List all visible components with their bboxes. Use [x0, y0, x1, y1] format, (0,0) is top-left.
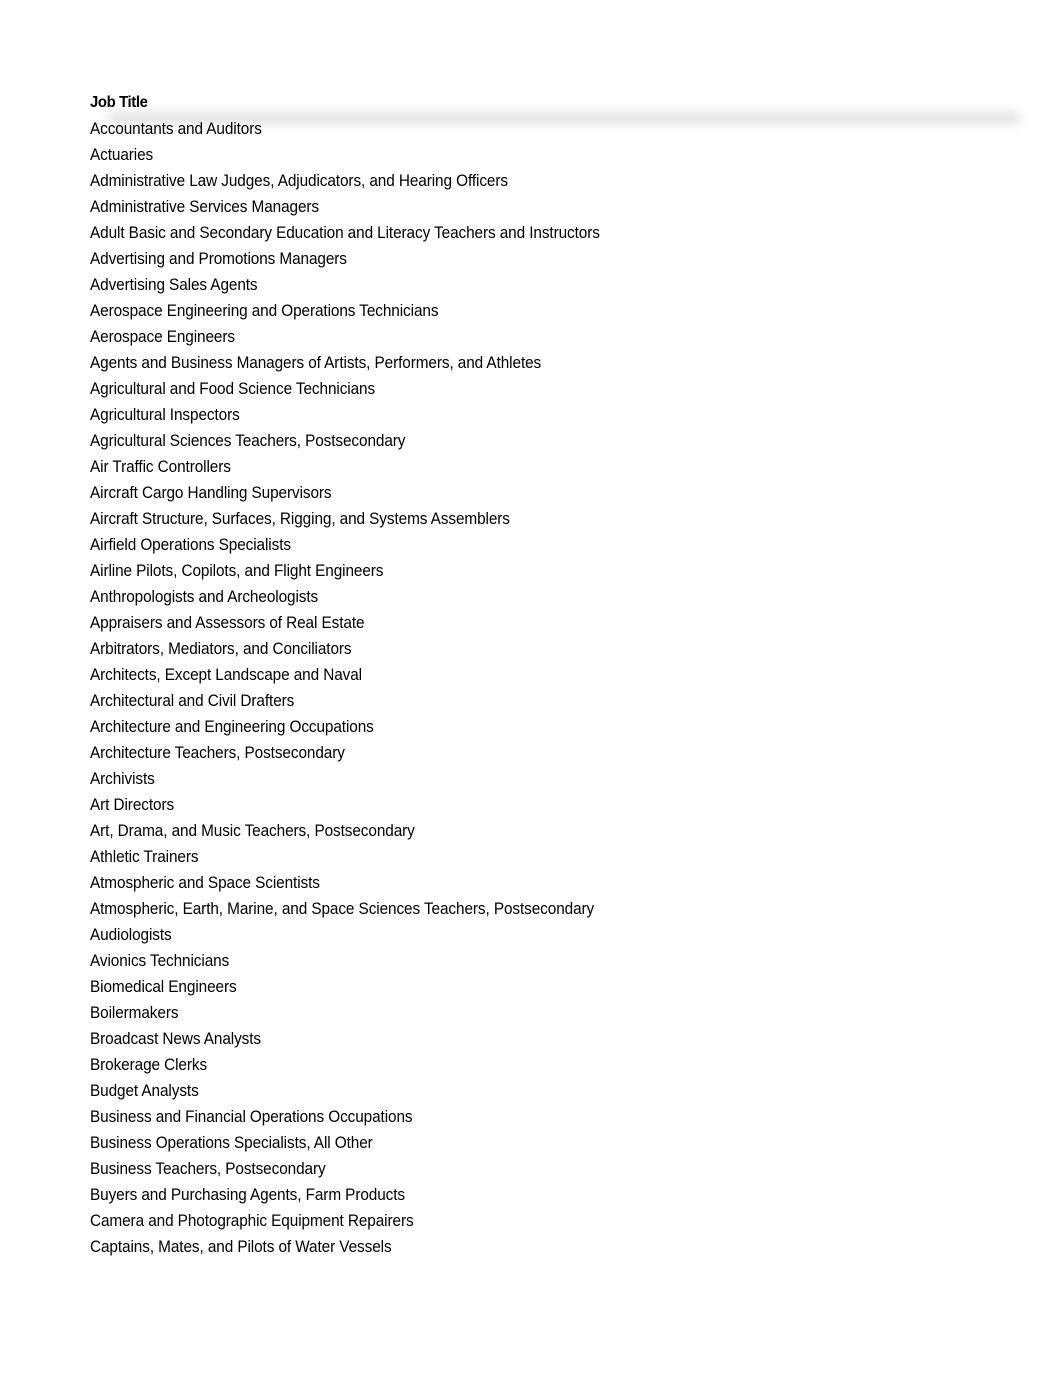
job-title-cell: Airline Pilots, Copilots, and Flight Eng… — [90, 562, 384, 580]
job-title-cell: Biomedical Engineers — [90, 978, 237, 996]
job-title-cell: Aerospace Engineers — [90, 328, 235, 346]
table-row[interactable]: Avionics Technicians — [90, 948, 1020, 974]
table-row[interactable]: Art, Drama, and Music Teachers, Postseco… — [90, 818, 1020, 844]
job-title-cell: Budget Analysts — [90, 1082, 199, 1100]
table-row[interactable]: Agricultural Inspectors — [90, 402, 1020, 428]
job-title-cell: Art, Drama, and Music Teachers, Postseco… — [90, 822, 415, 840]
job-title-cell: Airfield Operations Specialists — [90, 536, 291, 554]
job-title-cell: Art Directors — [90, 796, 175, 814]
table-row[interactable]: Camera and Photographic Equipment Repair… — [90, 1208, 1020, 1234]
table-row[interactable]: Administrative Law Judges, Adjudicators,… — [90, 168, 1020, 194]
table-row[interactable]: Aircraft Cargo Handling Supervisors — [90, 480, 1020, 506]
job-title-cell: Adult Basic and Secondary Education and … — [90, 224, 600, 242]
table-row[interactable]: Advertising Sales Agents — [90, 272, 1020, 298]
table-row[interactable]: Aerospace Engineers — [90, 324, 1020, 350]
job-title-cell: Agents and Business Managers of Artists,… — [90, 354, 542, 372]
job-title-cell: Aerospace Engineering and Operations Tec… — [90, 302, 439, 320]
table-row[interactable]: Agricultural and Food Science Technician… — [90, 376, 1020, 402]
job-title-cell: Atmospheric and Space Scientists — [90, 874, 320, 892]
job-title-cell: Architectural and Civil Drafters — [90, 692, 295, 710]
table-row[interactable]: Aircraft Structure, Surfaces, Rigging, a… — [90, 506, 1020, 532]
table-row[interactable]: Boilermakers — [90, 1000, 1020, 1026]
job-title-cell: Archivists — [90, 770, 155, 788]
table-row[interactable]: Atmospheric, Earth, Marine, and Space Sc… — [90, 896, 1020, 922]
table-row[interactable]: Aerospace Engineering and Operations Tec… — [90, 298, 1020, 324]
job-title-cell: Architecture and Engineering Occupations — [90, 718, 374, 736]
table-row[interactable]: Brokerage Clerks — [90, 1052, 1020, 1078]
job-title-cell: Agricultural and Food Science Technician… — [90, 380, 376, 398]
table-row[interactable]: Business and Financial Operations Occupa… — [90, 1104, 1020, 1130]
column-header-job-title[interactable]: Job Title — [90, 90, 148, 116]
table-row[interactable]: Business Teachers, Postsecondary — [90, 1156, 1020, 1182]
job-title-cell: Audiologists — [90, 926, 172, 944]
job-title-cell: Architects, Except Landscape and Naval — [90, 666, 362, 684]
table-row[interactable]: Architectural and Civil Drafters — [90, 688, 1020, 714]
job-title-cell: Advertising Sales Agents — [90, 276, 258, 294]
table-row[interactable]: Accountants and Auditors — [90, 116, 1020, 142]
job-title-cell: Administrative Law Judges, Adjudicators,… — [90, 172, 508, 190]
table-row[interactable]: Captains, Mates, and Pilots of Water Ves… — [90, 1234, 1020, 1260]
table-row[interactable]: Buyers and Purchasing Agents, Farm Produ… — [90, 1182, 1020, 1208]
table-row[interactable]: Atmospheric and Space Scientists — [90, 870, 1020, 896]
table-row[interactable]: Architects, Except Landscape and Naval — [90, 662, 1020, 688]
table-row[interactable]: Archivists — [90, 766, 1020, 792]
job-title-cell: Agricultural Inspectors — [90, 406, 240, 424]
job-title-table: Job Title Accountants and Auditors Actuar… — [90, 90, 1020, 1260]
job-title-cell: Appraisers and Assessors of Real Estate — [90, 614, 365, 632]
table-row[interactable]: Appraisers and Assessors of Real Estate — [90, 610, 1020, 636]
table-row[interactable]: Architecture Teachers, Postsecondary — [90, 740, 1020, 766]
table-row[interactable]: Athletic Trainers — [90, 844, 1020, 870]
job-title-cell: Camera and Photographic Equipment Repair… — [90, 1212, 414, 1230]
table-row[interactable]: Broadcast News Analysts — [90, 1026, 1020, 1052]
job-title-cell: Boilermakers — [90, 1004, 179, 1022]
job-title-cell: Accountants and Auditors — [90, 120, 262, 138]
job-title-cell: Business Teachers, Postsecondary — [90, 1160, 326, 1178]
job-title-cell: Architecture Teachers, Postsecondary — [90, 744, 345, 762]
job-title-cell: Actuaries — [90, 146, 154, 164]
job-title-cell: Aircraft Structure, Surfaces, Rigging, a… — [90, 510, 510, 528]
table-row[interactable]: Agents and Business Managers of Artists,… — [90, 350, 1020, 376]
job-title-cell: Air Traffic Controllers — [90, 458, 231, 476]
job-title-cell: Agricultural Sciences Teachers, Postseco… — [90, 432, 406, 450]
table-row[interactable]: Art Directors — [90, 792, 1020, 818]
job-title-cell: Business and Financial Operations Occupa… — [90, 1108, 413, 1126]
table-row[interactable]: Airfield Operations Specialists — [90, 532, 1020, 558]
job-title-cell: Atmospheric, Earth, Marine, and Space Sc… — [90, 900, 595, 918]
job-title-cell: Arbitrators, Mediators, and Conciliators — [90, 640, 352, 658]
table-row[interactable]: Anthropologists and Archeologists — [90, 584, 1020, 610]
job-title-cell: Buyers and Purchasing Agents, Farm Produ… — [90, 1186, 406, 1204]
table-row[interactable]: Agricultural Sciences Teachers, Postseco… — [90, 428, 1020, 454]
job-title-cell: Broadcast News Analysts — [90, 1030, 262, 1048]
job-title-list: Accountants and Auditors Actuaries Adminis… — [90, 116, 1020, 1260]
job-title-cell: Business Operations Specialists, All Oth… — [90, 1134, 373, 1152]
job-title-cell: Administrative Services Managers — [90, 198, 319, 216]
table-row[interactable]: Actuaries — [90, 142, 1020, 168]
job-title-cell: Avionics Technicians — [90, 952, 230, 970]
table-row[interactable]: Arbitrators, Mediators, and Conciliators — [90, 636, 1020, 662]
job-title-cell: Anthropologists and Archeologists — [90, 588, 319, 606]
table-row[interactable]: Business Operations Specialists, All Oth… — [90, 1130, 1020, 1156]
table-row[interactable]: Adult Basic and Secondary Education and … — [90, 220, 1020, 246]
job-title-cell: Brokerage Clerks — [90, 1056, 208, 1074]
job-title-cell: Advertising and Promotions Managers — [90, 250, 347, 268]
job-title-cell: Aircraft Cargo Handling Supervisors — [90, 484, 332, 502]
job-title-cell: Athletic Trainers — [90, 848, 199, 866]
table-header-row: Job Title — [90, 90, 1020, 124]
table-row[interactable]: Biomedical Engineers — [90, 974, 1020, 1000]
table-row[interactable]: Advertising and Promotions Managers — [90, 246, 1020, 272]
table-row[interactable]: Architecture and Engineering Occupations — [90, 714, 1020, 740]
table-row[interactable]: Airline Pilots, Copilots, and Flight Eng… — [90, 558, 1020, 584]
job-title-cell: Captains, Mates, and Pilots of Water Ves… — [90, 1238, 392, 1256]
table-row[interactable]: Administrative Services Managers — [90, 194, 1020, 220]
table-row[interactable]: Audiologists — [90, 922, 1020, 948]
table-row[interactable]: Budget Analysts — [90, 1078, 1020, 1104]
table-row[interactable]: Air Traffic Controllers — [90, 454, 1020, 480]
